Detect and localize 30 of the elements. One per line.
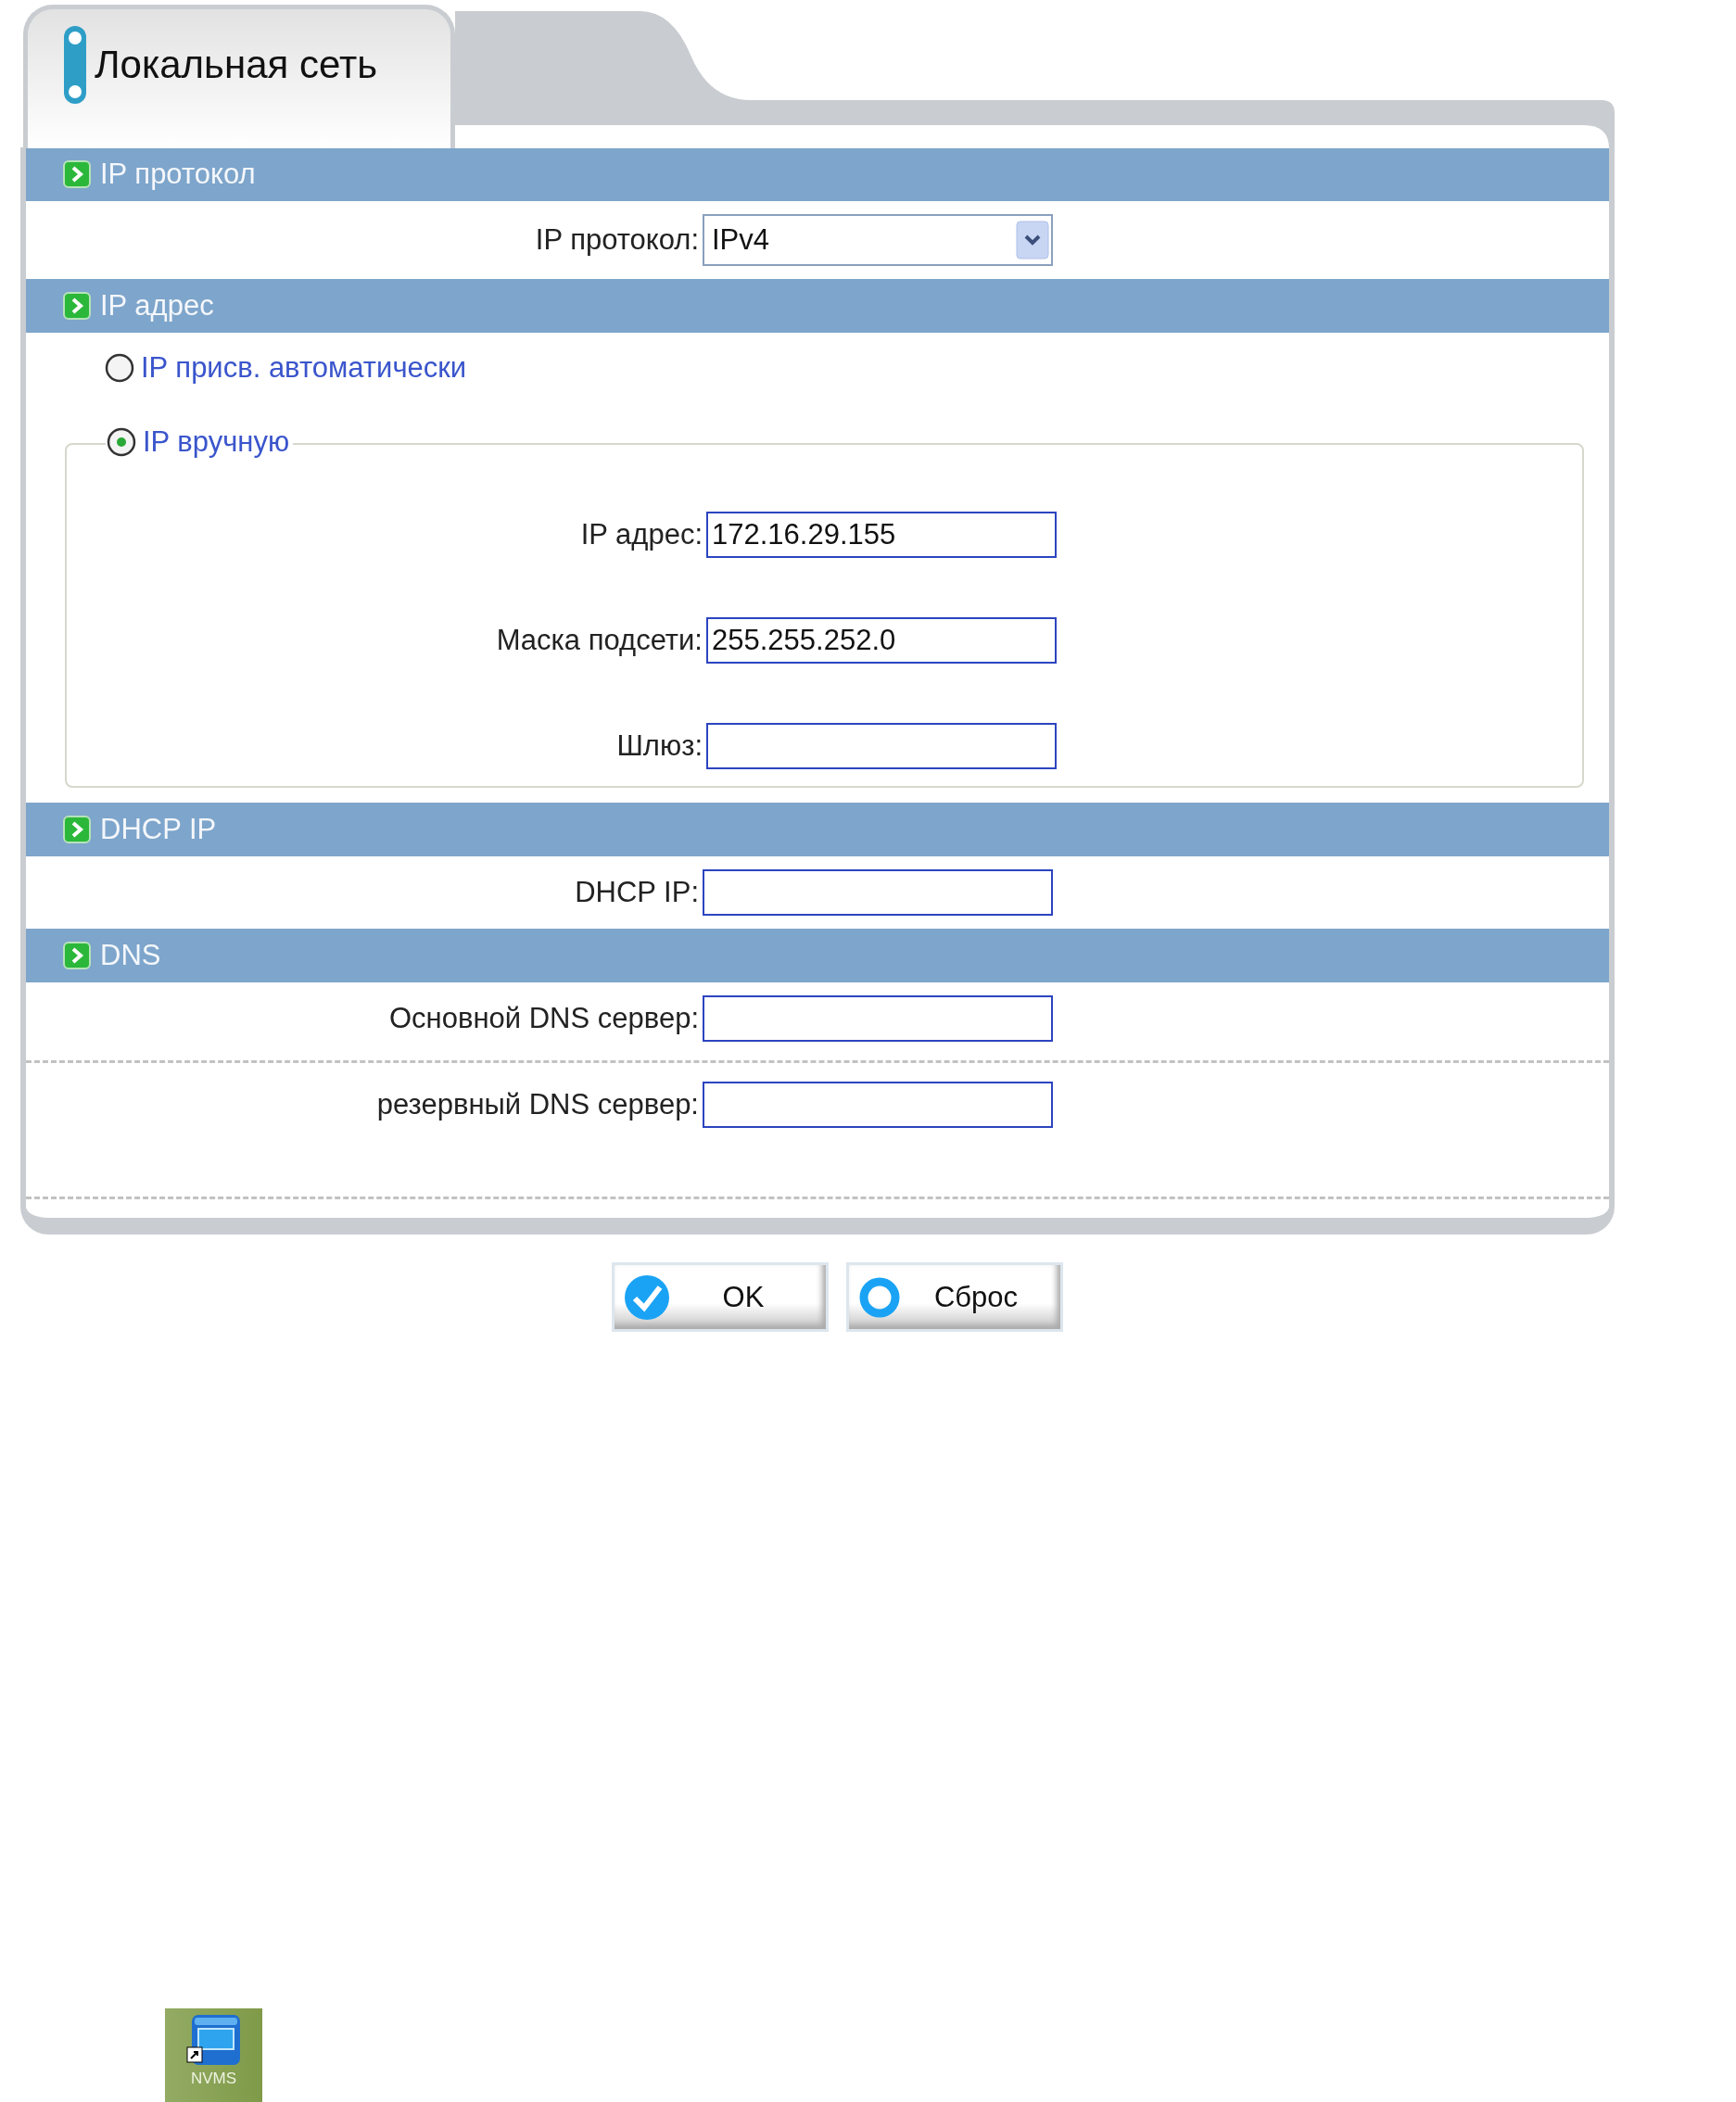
input-field[interactable]: 255.255.252.0 [706,617,1057,664]
page-tab[interactable]: Локальная сеть [23,5,455,148]
chevron-down-icon [1016,221,1049,260]
tab-title: Локальная сеть [95,43,377,87]
field-label: резервный DNS сервер: [375,1088,700,1121]
monitor-icon [185,2012,242,2068]
field-label: IP протокол: [534,223,700,257]
input-field[interactable] [703,1082,1053,1128]
field-label: Основной DNS сервер: [388,1002,700,1035]
field-label: DHCP IP: [574,876,700,909]
checkmark-icon [624,1273,670,1321]
radio-button[interactable] [106,426,137,458]
radio-button[interactable] [104,352,135,384]
field-label: Маска подсети: [495,624,703,657]
section-title: DNS [100,939,161,972]
input-field[interactable] [703,995,1053,1042]
section-title: DHCP IP [100,813,217,846]
section-title: IP адрес [100,289,214,323]
field-label: IP адрес: [579,518,703,551]
radio-label[interactable]: IP присв. автоматически [141,351,467,385]
ok-button[interactable]: OK [612,1262,829,1332]
section-title: IP протокол [100,158,256,191]
capsule-icon [63,25,87,105]
input-field[interactable] [706,723,1057,769]
ring-icon [858,1275,901,1319]
reset-button[interactable]: Сброс [846,1262,1063,1332]
protocol-dropdown[interactable]: IPv4 [703,214,1053,266]
field-label: Шлюз: [615,729,703,763]
input-field[interactable] [703,869,1053,916]
input-field[interactable]: 172.16.29.155 [706,512,1057,558]
